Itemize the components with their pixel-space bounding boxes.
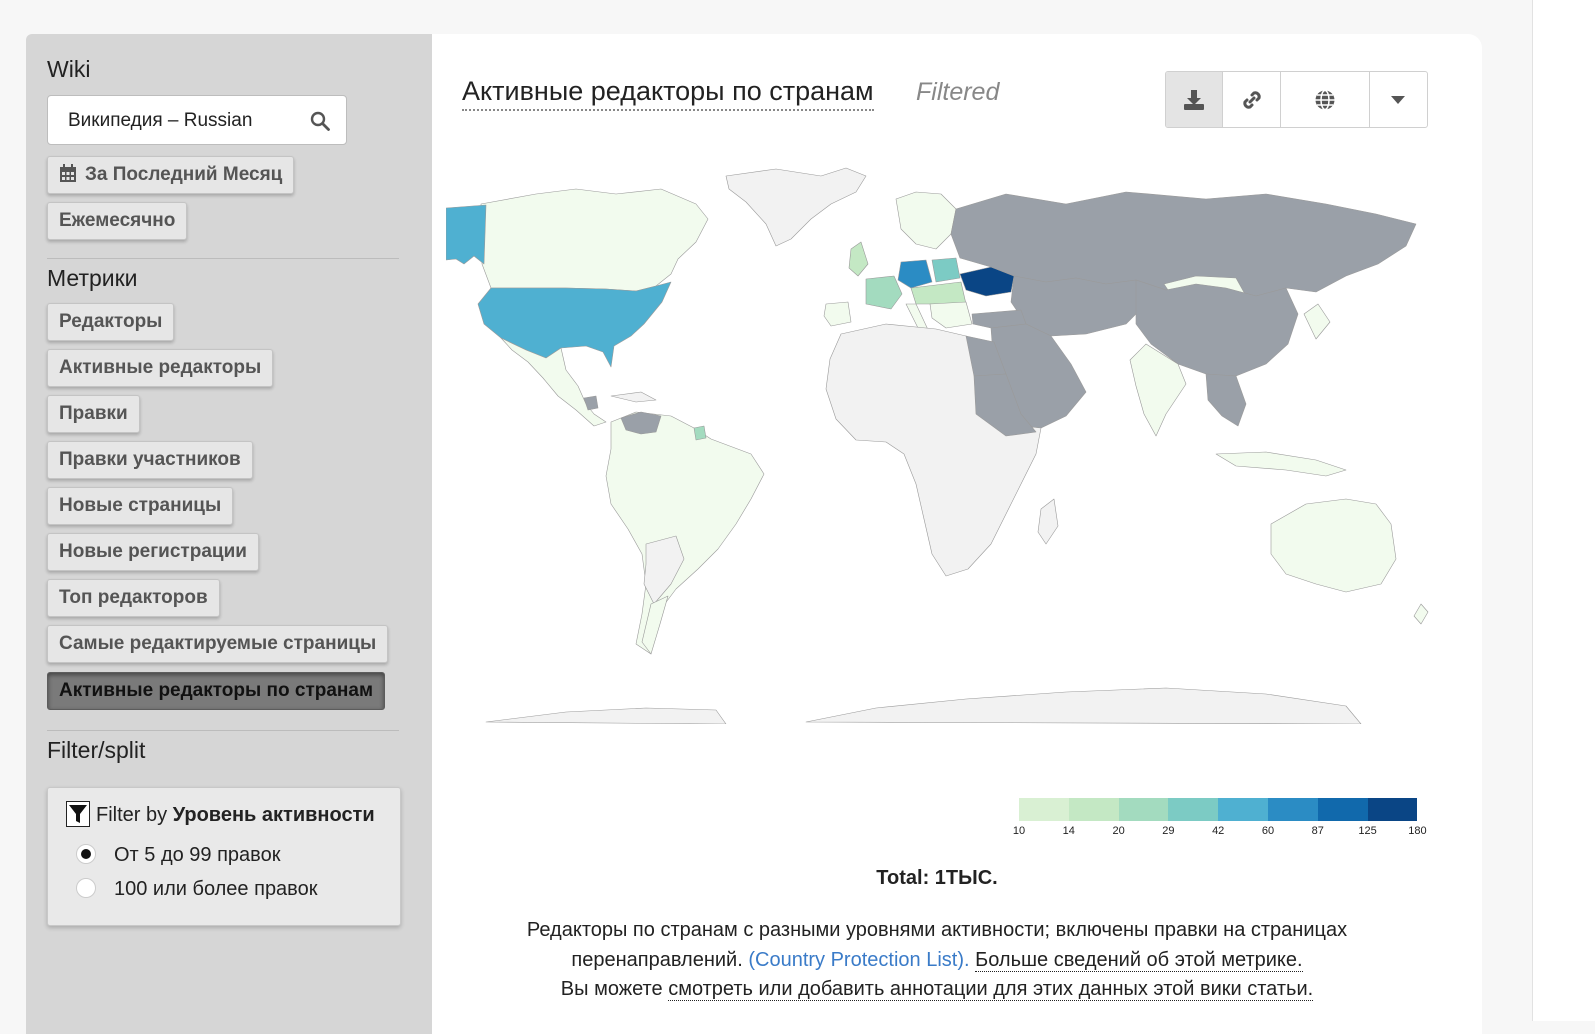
region-indonesia (1215, 451, 1347, 477)
region-se-asia (1205, 373, 1247, 427)
legend-tick-label: 42 (1212, 825, 1225, 837)
metrics-section-title: Метрики (47, 265, 138, 291)
region-usa (477, 281, 672, 368)
sidebar: Wiki Википедия – Russian За Последний Ме… (26, 34, 432, 1034)
main-panel: Активные редакторы по странам Filtered 1… (432, 34, 1482, 1034)
more-info-link[interactable]: Больше сведений об этой метрике. (975, 948, 1303, 972)
granularity-button[interactable]: Ежемесячно (47, 202, 188, 240)
chart-title[interactable]: Активные редакторы по странам (462, 76, 874, 111)
caret-down-icon (1391, 95, 1406, 104)
wiki-selector-input[interactable]: Википедия – Russian (47, 95, 347, 145)
metric-new-pages-button[interactable]: Новые страницы (47, 487, 234, 525)
desc-line-3-prefix: Вы можете (560, 978, 663, 1000)
calendar-icon (60, 163, 76, 182)
filter-section-title: Filter/split (47, 737, 146, 763)
legend-tick-label: 180 (1408, 825, 1427, 837)
annotations-link[interactable]: смотреть или добавить аннотации для этих… (668, 978, 1314, 1001)
copy-link-button[interactable] (1223, 72, 1281, 127)
region-scandinavia (895, 191, 957, 250)
region-germany (897, 259, 933, 289)
download-button[interactable] (1166, 72, 1224, 127)
legend-swatch-1 (1068, 798, 1119, 821)
link-icon (1242, 90, 1261, 109)
sidebar-divider (47, 258, 399, 259)
search-icon (310, 111, 330, 131)
metric-user-edits-button[interactable]: Правки участников (47, 441, 253, 479)
region-balkans (929, 301, 973, 329)
legend-swatch-6 (1317, 798, 1368, 821)
metric-editors-button[interactable]: Редакторы (47, 303, 175, 341)
legend-ticks: 10 14 20 29 42 60 87 125 180 (1013, 825, 1427, 841)
page-right-margin (1532, 0, 1595, 1021)
filter-option-100-plus[interactable]: 100 или более правок (76, 877, 318, 901)
legend-tick-label: 60 (1261, 825, 1275, 837)
filter-by-prefix: Filter by (96, 804, 168, 826)
desc-line-2-prefix: перенаправлений. (571, 948, 743, 971)
region-cuba (610, 391, 657, 403)
region-uk (848, 241, 869, 277)
region-antarctica-e (805, 687, 1362, 724)
sidebar-divider (47, 730, 399, 731)
filter-option-label: От 5 до 99 правок (114, 844, 281, 866)
legend-color-bar (1019, 798, 1418, 821)
filter-dimension: Уровень активности (172, 804, 375, 826)
map-view-button[interactable] (1281, 72, 1370, 127)
download-icon (1184, 89, 1205, 110)
filter-option-label: 100 или более правок (114, 878, 318, 900)
filtered-tag: Filtered (916, 78, 1000, 106)
wiki-section-title: Wiki (47, 56, 91, 82)
legend-swatch-5 (1267, 798, 1318, 821)
region-australia (1270, 498, 1397, 593)
metric-edits-button[interactable]: Правки (47, 395, 140, 433)
legend-tick-label: 14 (1062, 825, 1075, 837)
metric-most-edited-pages-button[interactable]: Самые редактируемые страницы (47, 625, 389, 663)
legend-tick-label: 29 (1162, 825, 1175, 837)
legend-swatch-7 (1367, 798, 1418, 821)
time-range-label: За Последний Месяц (85, 164, 283, 185)
legend-tick-label: 10 (1012, 825, 1026, 837)
metric-top-editors-button[interactable]: Топ редакторов (47, 579, 220, 617)
region-greenland (725, 167, 867, 247)
legend-swatch-0 (1019, 798, 1069, 821)
region-antarctica-w (485, 707, 727, 724)
country-protection-link[interactable]: (Country Protection List). (748, 949, 969, 971)
legend-swatch-3 (1168, 798, 1219, 821)
time-range-button[interactable]: За Последний Месяц (47, 156, 295, 194)
color-legend: 10 14 20 29 42 60 87 125 180 (1013, 798, 1427, 841)
region-madagascar (1037, 498, 1059, 545)
chart-toolbar (1165, 71, 1428, 128)
radio-selected[interactable] (76, 843, 96, 864)
wiki-selector-value: Википедия – Russian (68, 110, 253, 131)
globe-icon (1315, 89, 1335, 110)
region-france (865, 275, 903, 310)
region-iberia (823, 301, 852, 327)
metric-description: Редакторы по странам с разными уровнями … (492, 916, 1382, 1005)
total-value: Total: 1ТЫС. (876, 867, 998, 889)
radio-unselected[interactable] (76, 877, 96, 898)
filter-panel: Filter by Уровень активности От 5 до 99 … (47, 787, 401, 926)
desc-line-1: Редакторы по странам с разными уровнями … (526, 919, 1348, 941)
legend-tick-label: 125 (1358, 825, 1377, 837)
legend-tick-label: 87 (1311, 825, 1324, 837)
region-poland (931, 257, 961, 283)
metric-active-editors-button[interactable]: Активные редакторы (47, 349, 274, 387)
filter-icon (66, 800, 90, 827)
region-alaska (446, 204, 487, 265)
chart-type-dropdown[interactable] (1370, 72, 1427, 127)
world-map (446, 167, 1429, 724)
region-canada (480, 188, 709, 292)
metric-new-registrations-button[interactable]: Новые регистрации (47, 533, 259, 571)
legend-tick-label: 20 (1112, 825, 1125, 837)
legend-swatch-2 (1118, 798, 1169, 821)
region-guiana (693, 425, 707, 441)
filter-heading: Filter by Уровень активности (66, 800, 375, 827)
region-new-zealand (1413, 603, 1429, 625)
filter-option-5-99[interactable]: От 5 до 99 правок (76, 843, 281, 867)
legend-swatch-4 (1218, 798, 1268, 821)
region-korea-japan (1303, 303, 1331, 340)
metric-active-editors-by-country-button[interactable]: Активные редакторы по странам (47, 672, 386, 710)
region-south-america (605, 411, 765, 655)
